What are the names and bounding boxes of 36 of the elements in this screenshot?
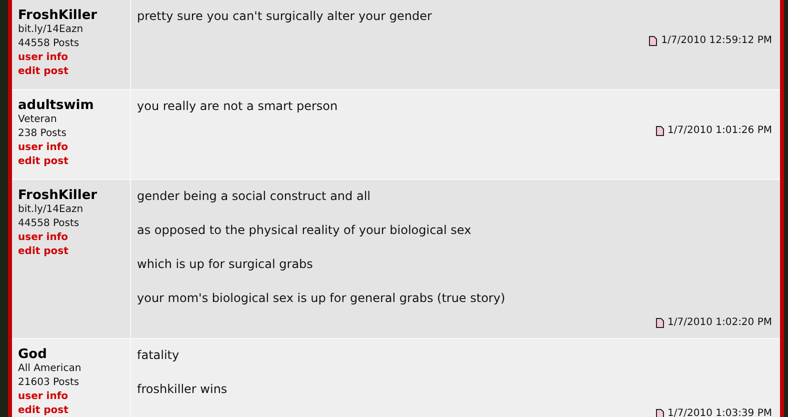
author-name: adultswim: [18, 98, 94, 113]
document-icon[interactable]: [656, 408, 664, 417]
post-count: 238 Posts: [18, 127, 66, 141]
profile-link[interactable]: edit post: [18, 245, 68, 259]
post-date: 1/7/2010 1:02:20 PM: [668, 317, 772, 328]
author-name: FroshKiller: [18, 188, 98, 203]
user-title: bit.ly/14Eazn: [18, 203, 84, 217]
author-name: FroshKiller: [18, 8, 98, 23]
user-title: bit.ly/14Eazn: [18, 23, 84, 37]
profile-link[interactable]: user info: [18, 231, 68, 245]
profile-link[interactable]: user info: [18, 141, 68, 155]
profile-link[interactable]: edit post: [18, 155, 68, 169]
message-text: your mom's biological sex is up for general grabs (true story): [137, 291, 506, 305]
message-text: you really are not a smart person: [137, 99, 339, 113]
post-date: 1/7/2010 1:03:39 PM: [668, 408, 772, 417]
message-text: gender being a social construct and all: [137, 189, 372, 203]
document-icon[interactable]: [649, 36, 658, 46]
profile-link[interactable]: user info: [18, 51, 68, 65]
post-date: 1/7/2010 12:59:12 PM: [661, 35, 772, 46]
post-count: 44558 Posts: [18, 217, 80, 231]
profile-link[interactable]: edit post: [18, 65, 68, 79]
document-icon[interactable]: [656, 126, 664, 136]
message-text: which is up for surgical grabs: [137, 257, 314, 271]
profile-link[interactable]: user info: [18, 390, 68, 404]
message-text: fatality: [137, 348, 180, 362]
message-text: froshkiller wins: [137, 382, 228, 396]
message-text: as opposed to the physical reality of your biological sex: [137, 223, 472, 237]
user-title: Veteran: [18, 113, 57, 127]
profile-link[interactable]: edit post: [18, 404, 68, 417]
post-date: 1/7/2010 1:01:26 PM: [668, 125, 772, 136]
post-count: 21603 Posts: [18, 376, 80, 390]
message-text: pretty sure you can't surgically alter your gender: [137, 9, 433, 23]
post-count: 44558 Posts: [18, 37, 80, 51]
document-icon[interactable]: [656, 318, 664, 328]
author-name: God: [18, 347, 47, 362]
user-title: All American: [18, 362, 82, 376]
